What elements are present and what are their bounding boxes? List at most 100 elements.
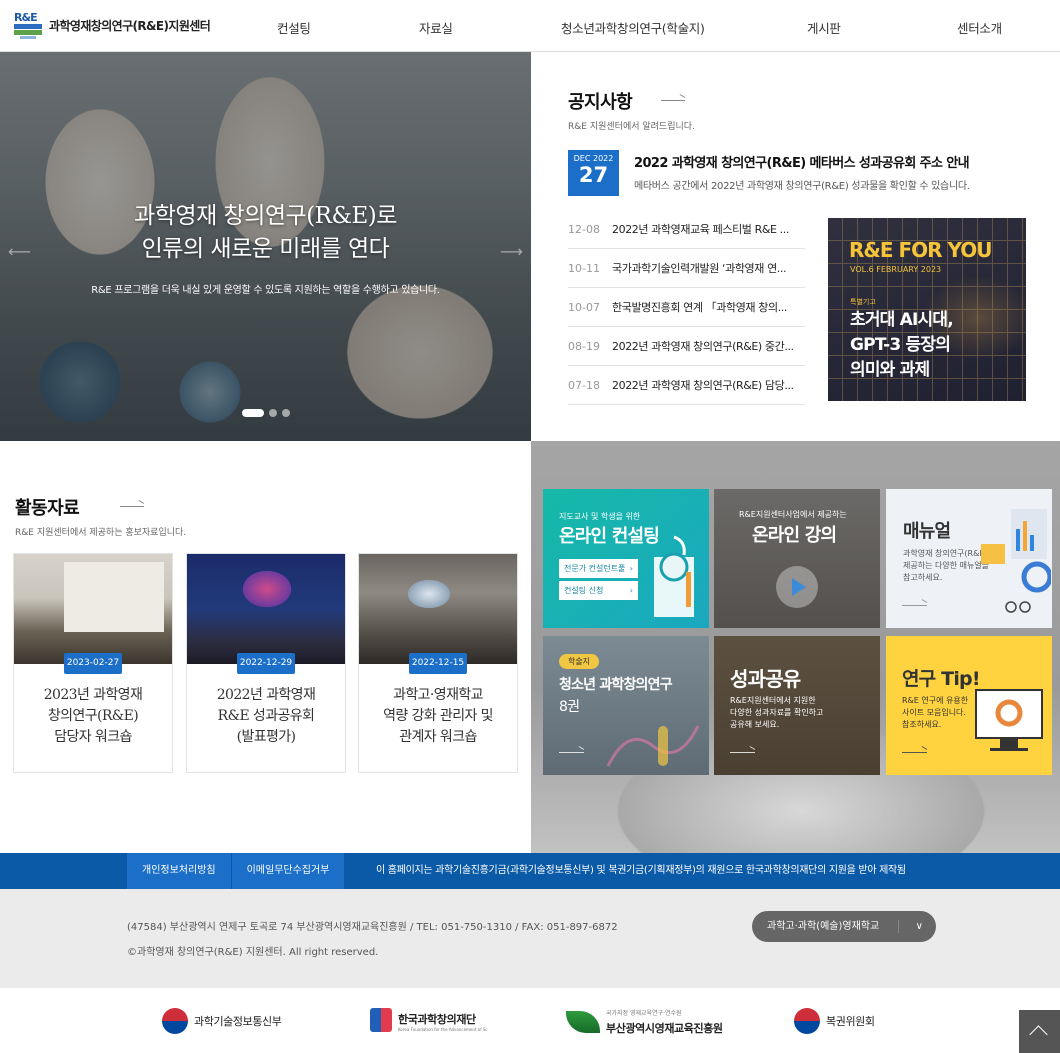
notice-link[interactable]: 한국발명진흥회 연계 「과학영재 창의... (612, 299, 805, 315)
tile-online-consulting[interactable]: 지도교사 및 학생을 위한 온라인 컨설팅 전문가 컨설턴트풀 컨설팅 신청 (543, 489, 709, 628)
activity-card[interactable]: 2023-02-27 2023년 과학영재 창의연구(R&E) 담당자 워크숍 (13, 553, 173, 773)
featured-day: 27 (578, 163, 609, 187)
manual-arrow-icon (902, 605, 927, 606)
chevron-down-icon: ∨ (915, 921, 923, 932)
privacy-policy-link[interactable]: 개인정보처리방침 (127, 853, 232, 889)
notice-row[interactable]: 10-11 국가과학기술인력개발원 ‘과학영재 연... (568, 249, 805, 288)
tip-arrow-icon (902, 752, 927, 753)
page: R&E 과학영재창의연구(R&E)지원센터 컨설팅 자료실 청소년과학창의연구(… (0, 0, 1060, 1053)
report-chart-icon (981, 509, 1051, 613)
notice-row[interactable]: 08-19 2022년 과학영재 창의연구(R&E) 중간... (568, 327, 805, 366)
activity-card-title: 과학고·영재학교 역량 강화 관리자 및 관계자 워크숍 (383, 687, 493, 745)
activity-title[interactable]: 활동자료 (15, 494, 80, 520)
activity-date-badge: 2022-12-15 (409, 653, 467, 674)
notice-title[interactable]: 공지사항 (568, 88, 633, 114)
tile-manual[interactable]: 매뉴얼 과학영재 창의연구(R&E)에서 제공하는 다양한 매뉴얼을 참고하세요… (886, 489, 1052, 628)
school-select[interactable]: 과학고·과학(예술)영재학교 ∨ (752, 911, 936, 942)
notice-link[interactable]: 2022년 과학영재교육 페스티벌 R&E ... (612, 221, 805, 237)
notice-row[interactable]: 07-18 2022년 과학영재 창의연구(R&E) 담당... (568, 366, 805, 405)
partner-subname: 국가지정 영재교육연구·연수원 (606, 1010, 682, 1017)
busan-logo-icon (566, 1011, 600, 1033)
activity-more-arrow-icon[interactable] (120, 506, 144, 507)
featured-notice-desc: 메타버스 공간에서 2022년 과학영재 창의연구(R&E) 성과물을 확인할 … (634, 181, 970, 192)
tile-share-results[interactable]: 성과공유 R&E지원센터에서 지원한 다양한 성과자료를 확인하고 공유해 보세… (714, 636, 880, 775)
notice-link[interactable]: 2022년 과학영재 창의연구(R&E) 담당... (612, 377, 805, 393)
notice-link[interactable]: 2022년 과학영재 창의연구(R&E) 중간... (612, 338, 805, 354)
share-desc: R&E지원센터에서 지원한 다양한 성과자료를 확인하고 공유해 보세요. (730, 696, 824, 729)
tip-desc: R&E 연구에 유용한 사이트 모음입니다. 참조하세요. (902, 696, 969, 729)
tile-research-tip[interactable]: 연구 Tip! R&E 연구에 유용한 사이트 모음입니다. 참조하세요. (886, 636, 1052, 775)
nav-item-about[interactable]: 센터소개 (957, 18, 1002, 37)
activity-photo (359, 554, 517, 664)
hero-dot-1[interactable] (242, 409, 264, 417)
activity-photo (14, 554, 172, 664)
monitor-icon (975, 689, 1043, 751)
consult-small: 지도교사 및 학생을 위한 (559, 512, 641, 521)
journal-badge: 학술지 (559, 654, 599, 669)
quick-menu: 지도교사 및 학생을 위한 온라인 컨설팅 전문가 컨설턴트풀 컨설팅 신청 R… (531, 441, 1060, 853)
notice-more-arrow-icon[interactable] (661, 100, 685, 101)
partner-name: 부산광역시영재교육진흥원 (606, 1022, 723, 1035)
hero-title-line1: 과학영재 창의연구(R&E)로 (134, 203, 397, 229)
consulting-apply-button[interactable]: 컨설팅 신청 (559, 581, 638, 600)
kofac-logo-icon (370, 1008, 392, 1032)
hero-prev-arrow-icon[interactable]: ⟵ (8, 242, 34, 261)
featured-month: DEC 2022 (573, 154, 614, 163)
activity-card[interactable]: 2022-12-15 과학고·영재학교 역량 강화 관리자 및 관계자 워크숍 (358, 553, 518, 773)
partner-kofac[interactable]: 한국과학창의재단 Korea Foundation for the Advanc… (370, 1008, 488, 1032)
policy-bar: 개인정보처리방침 이메일무단수집거부 이 홈페이지는 과학기술진흥기금(과학기술… (0, 853, 1060, 889)
partner-subname: Korea Foundation for the Advancement of … (398, 1027, 488, 1032)
partner-logos: 과학기술정보통신부 한국과학창의재단 Korea Foundation for … (0, 988, 1060, 1053)
tile-online-lecture[interactable]: R&E지원센터사업에서 제공하는 온라인 강의 (714, 489, 880, 628)
nav-item-board[interactable]: 게시판 (807, 18, 841, 37)
hero-next-arrow-icon[interactable]: ⟶ (500, 242, 526, 261)
notice-date: 08-19 (568, 339, 600, 353)
tip-title: 연구 Tip! (902, 668, 981, 690)
notice-row[interactable]: 12-08 2022년 과학영재교육 페스티벌 R&E ... (568, 210, 805, 249)
nav-item-journal[interactable]: 청소년과학창의연구(학술지) (561, 18, 705, 37)
manual-title: 매뉴얼 (903, 521, 951, 542)
journal-title: 청소년 과학창의연구 (559, 677, 673, 693)
partner-msit[interactable]: 과학기술정보통신부 (162, 1008, 282, 1034)
notice-section: 공지사항 R&E 지원센터에서 알려드립니다. DEC 2022 27 2022… (531, 52, 1060, 441)
journal-volume: 8권 (559, 699, 580, 715)
magazine-volume: VOL.6 FEBRUARY 2023 (850, 265, 942, 274)
notice-row[interactable]: 10-07 한국발명진흥회 연계 「과학영재 창의... (568, 288, 805, 327)
scroll-top-button[interactable] (1019, 1010, 1060, 1053)
nav-item-archive[interactable]: 자료실 (419, 18, 453, 37)
activity-photo (187, 554, 345, 664)
hero-subtitle: R&E 프로그램을 더욱 내실 있게 운영할 수 있도록 지원하는 역할을 수행… (91, 285, 440, 296)
journal-arrow-icon (559, 752, 584, 753)
consult-title: 온라인 컨설팅 (559, 526, 660, 547)
hero-title: 과학영재 창의연구(R&E)로 인류의 새로운 미래를 연다 (0, 200, 531, 266)
hero-pagination (242, 409, 290, 417)
activity-card[interactable]: 2022-12-29 2022년 과학영재 R&E 성과공유회 (발표평가) (186, 553, 346, 773)
activity-card-title: 2023년 과학영재 창의연구(R&E) 담당자 워크숍 (43, 687, 143, 745)
partner-busan-gifted[interactable]: 국가지정 영재교육연구·연수원 부산광역시영재교육진흥원 (566, 1008, 723, 1036)
partner-lottery[interactable]: 복권위원회 (794, 1008, 875, 1034)
taegeuk-icon (162, 1008, 188, 1034)
magazine-tag: 특별기고 (850, 298, 876, 306)
hero-dot-2[interactable] (269, 409, 277, 417)
microscope-icon (654, 535, 694, 617)
share-title: 성과공유 (730, 667, 801, 691)
notice-link[interactable]: 국가과학기술인력개발원 ‘과학영재 연... (612, 260, 805, 276)
magazine-banner[interactable]: R&E FOR YOU VOL.6 FEBRUARY 2023 특별기고 초거대… (828, 218, 1026, 401)
play-icon (776, 566, 818, 608)
notice-date: 10-11 (568, 261, 600, 275)
main-nav: 컨설팅 자료실 청소년과학창의연구(학술지) 게시판 센터소개 (0, 0, 1060, 52)
featured-date-badge[interactable]: DEC 2022 27 (568, 150, 619, 196)
site-header: R&E 과학영재창의연구(R&E)지원센터 컨설팅 자료실 청소년과학창의연구(… (0, 0, 1060, 52)
email-refusal-link[interactable]: 이메일무단수집거부 (231, 853, 346, 889)
footer-copyright: ©과학영재 창의연구(R&E) 지원센터. All right reserved… (127, 947, 379, 958)
tile-journal[interactable]: 학술지 청소년 과학창의연구 8권 (543, 636, 709, 775)
partner-name: 복권위원회 (826, 1015, 875, 1028)
school-select-value: 과학고·과학(예술)영재학교 (767, 921, 880, 932)
consultant-pool-button[interactable]: 전문가 컨설턴트풀 (559, 559, 638, 578)
hero-dot-3[interactable] (282, 409, 290, 417)
activity-card-title: 2022년 과학영재 R&E 성과공유회 (발표평가) (216, 687, 316, 745)
notice-date: 07-18 (568, 378, 600, 392)
nav-item-consulting[interactable]: 컨설팅 (277, 18, 311, 37)
featured-notice-title[interactable]: 2022 과학영재 창의연구(R&E) 메타버스 성과공유회 주소 안내 (634, 152, 970, 171)
magazine-headline: 초거대 AI시대, GPT-3 등장의 의미와 과제 (850, 310, 954, 380)
